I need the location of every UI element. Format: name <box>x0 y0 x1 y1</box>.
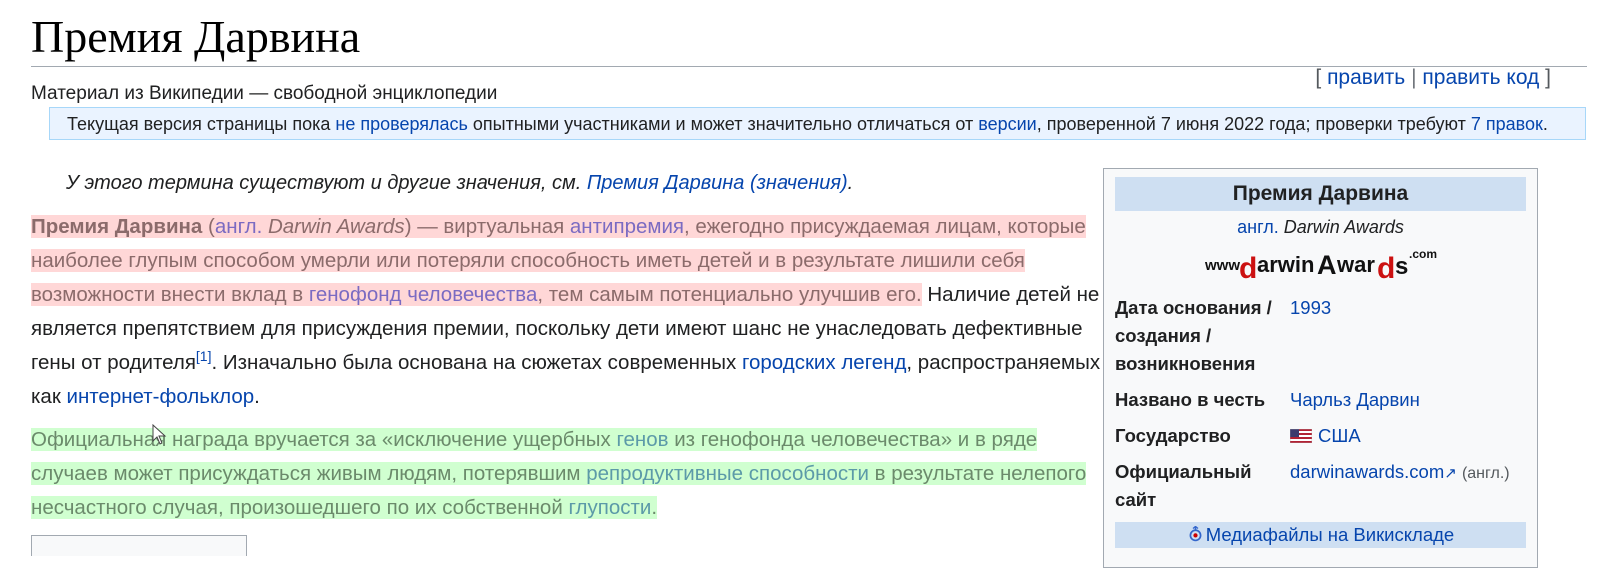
reproductive-ability-link[interactable]: репродуктивные способности <box>586 462 869 485</box>
notice-text: Текущая версия страницы пока <box>67 114 336 134</box>
hatnote-text: У этого термина существуют и другие знач… <box>66 172 587 194</box>
paragraph-text: ( <box>202 215 215 238</box>
anti-award-link[interactable]: антипремия <box>570 215 684 238</box>
svg-text:war: war <box>1336 252 1375 277</box>
official-site-link[interactable]: darwinawards.com <box>1290 461 1444 482</box>
infobox-row-website: Официальный сайт darwinawards.com↗ (англ… <box>1115 458 1526 514</box>
svg-text:d: d <box>1239 252 1257 285</box>
svg-text:A: A <box>1317 250 1337 280</box>
edit-bracket-close: ] <box>1545 66 1551 89</box>
internet-folklore-link[interactable]: интернет-фольклор <box>67 385 255 408</box>
genes-link[interactable]: генов <box>616 428 668 451</box>
highlighted-award-description: Официальная награда вручается за «исключ… <box>31 428 1087 519</box>
paragraph-text: ) — виртуальная <box>404 215 570 238</box>
gene-pool-link[interactable]: генофонд человечества <box>309 283 538 306</box>
svg-text:d: d <box>1377 252 1395 285</box>
notice-unchecked-link[interactable]: не проверялась <box>335 114 468 134</box>
svg-text:www.: www. <box>1204 257 1244 274</box>
wikimedia-commons-icon <box>1189 526 1202 542</box>
infobox: Премия Дарвина англ. Darwin Awards www. … <box>1103 168 1538 568</box>
paragraph-text: Официальная награда вручается за «исключ… <box>31 428 617 451</box>
svg-text:s: s <box>1395 253 1408 280</box>
commons-media-link[interactable]: Медиафайлы на Викискладе <box>1206 524 1454 545</box>
infobox-label: Официальный сайт <box>1115 461 1252 510</box>
notice-version-link[interactable]: версии <box>978 114 1037 134</box>
infobox-label: Государство <box>1115 425 1231 446</box>
edit-source-link[interactable]: править код <box>1422 66 1539 89</box>
founded-year-link[interactable]: 1993 <box>1290 297 1331 318</box>
edit-link[interactable]: править <box>1327 66 1405 89</box>
charles-darwin-link[interactable]: Чарльз Дарвин <box>1290 389 1420 410</box>
urban-legends-link[interactable]: городских легенд <box>742 351 906 374</box>
external-link-icon: ↗ <box>1444 465 1457 482</box>
notice-edits-link[interactable]: 7 правок <box>1471 114 1543 134</box>
svg-text:.com: .com <box>1409 247 1437 261</box>
usa-link[interactable]: США <box>1318 425 1361 446</box>
hatnote-end: . <box>847 172 854 194</box>
infobox-label: Дата основания / создания / возникновени… <box>1115 297 1272 374</box>
mouse-cursor-icon <box>152 424 167 445</box>
edit-separator: | <box>1411 66 1417 89</box>
lang-link-english[interactable]: англ. <box>215 215 262 238</box>
notice-text: . <box>1542 114 1548 134</box>
infobox-lang-link[interactable]: англ. <box>1237 217 1279 237</box>
article-subject: Премия Дарвина <box>31 215 203 238</box>
infobox-rows: Дата основания / создания / возникновени… <box>1115 294 1526 514</box>
paragraph-text: . <box>651 496 658 519</box>
infobox-row-country: Государство США <box>1115 422 1526 450</box>
page-title: Премия Дарвина <box>31 11 361 62</box>
notice-text: опытными участниками и может значительно… <box>467 114 979 134</box>
revision-notice: Текущая версия страницы пока не проверял… <box>49 107 1586 140</box>
infobox-label: Названо в честь <box>1115 389 1266 410</box>
darwin-awards-logo[interactable]: www. d arwin A war d s .com <box>1115 244 1526 286</box>
edit-bracket-open: [ <box>1315 66 1322 89</box>
infobox-row-named-after: Названо в честь Чарльз Дарвин <box>1115 386 1526 414</box>
original-name: Darwin Awards <box>267 215 405 238</box>
infobox-title: Премия Дарвина <box>1115 177 1526 211</box>
table-of-contents-box <box>31 535 247 556</box>
stupidity-link[interactable]: глупости <box>568 496 651 519</box>
infobox-row-founded: Дата основания / создания / возникновени… <box>1115 294 1526 378</box>
commons-media-row: Медиафайлы на Викискладе <box>1115 522 1526 548</box>
paragraph-text: . Изначально была основана на сюжетах со… <box>211 351 742 374</box>
site-tagline: Материал из Википедии — свободной энцикл… <box>31 83 498 104</box>
second-paragraph: Официальная награда вручается за «исключ… <box>31 423 1101 525</box>
disambiguation-link[interactable]: Премия Дарвина (значения) <box>587 172 848 194</box>
reference-link[interactable]: [1] <box>196 348 212 364</box>
edit-links: [ править | править код ] <box>1315 66 1551 90</box>
intro-paragraph: Премия Дарвина (англ. Darwin Awards) — в… <box>31 210 1101 414</box>
svg-text:arwin: arwin <box>1257 252 1314 277</box>
disambiguation-hatnote: У этого термина существуют и другие знач… <box>66 172 853 195</box>
paragraph-text: . <box>254 385 260 408</box>
paragraph-text: , тем самым потенциально улучшив его. <box>537 283 922 306</box>
notice-text: , проверенной 7 июня 2022 года; проверки… <box>1036 114 1471 134</box>
infobox-original-name: Darwin Awards <box>1283 217 1404 237</box>
infobox-subtitle: англ. Darwin Awards <box>1115 217 1526 238</box>
us-flag-icon <box>1290 429 1312 443</box>
lang-note: (англ.) <box>1461 465 1510 482</box>
